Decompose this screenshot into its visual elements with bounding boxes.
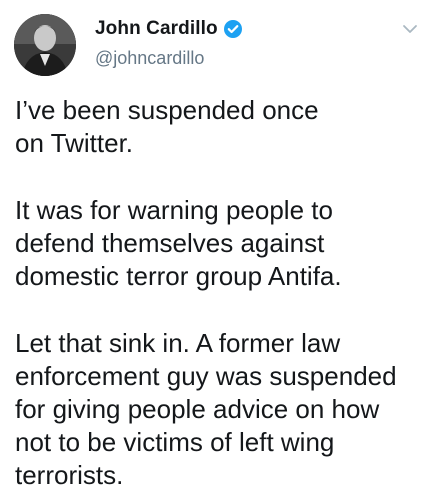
tweet-line: defend themselves against <box>15 228 325 258</box>
tweet-paragraph: I’ve been suspended once on Twitter. <box>15 94 427 160</box>
tweet-line: domestic terror group Antifa. <box>15 261 342 291</box>
tweet-line: Let that sink in. A former law <box>15 328 341 358</box>
tweet-line: terrorists. <box>15 460 124 490</box>
tweet-paragraph: It was for warning people to defend them… <box>15 194 427 293</box>
verified-badge-icon <box>223 19 243 39</box>
author-name-row: John Cardillo <box>95 17 243 41</box>
tweet-text: I’ve been suspended once on Twitter. It … <box>15 94 427 492</box>
author-display-name[interactable]: John Cardillo <box>95 18 218 40</box>
avatar[interactable] <box>14 14 76 76</box>
chevron-down-icon[interactable] <box>401 22 419 36</box>
tweet-line: on Twitter. <box>15 128 134 158</box>
tweet-line: for giving people advice on how <box>15 394 380 424</box>
author-handle[interactable]: @johncardillo <box>95 48 204 69</box>
tweet-line: not to be victims of left wing <box>15 427 335 457</box>
tweet: John Cardillo @johncardillo I’ve been su… <box>0 0 431 500</box>
tweet-line: enforcement guy was suspended <box>15 361 397 391</box>
tweet-line: I’ve been suspended once <box>15 95 319 125</box>
tweet-line: It was for warning people to <box>15 195 333 225</box>
tweet-paragraph: Let that sink in. A former law enforceme… <box>15 327 427 492</box>
